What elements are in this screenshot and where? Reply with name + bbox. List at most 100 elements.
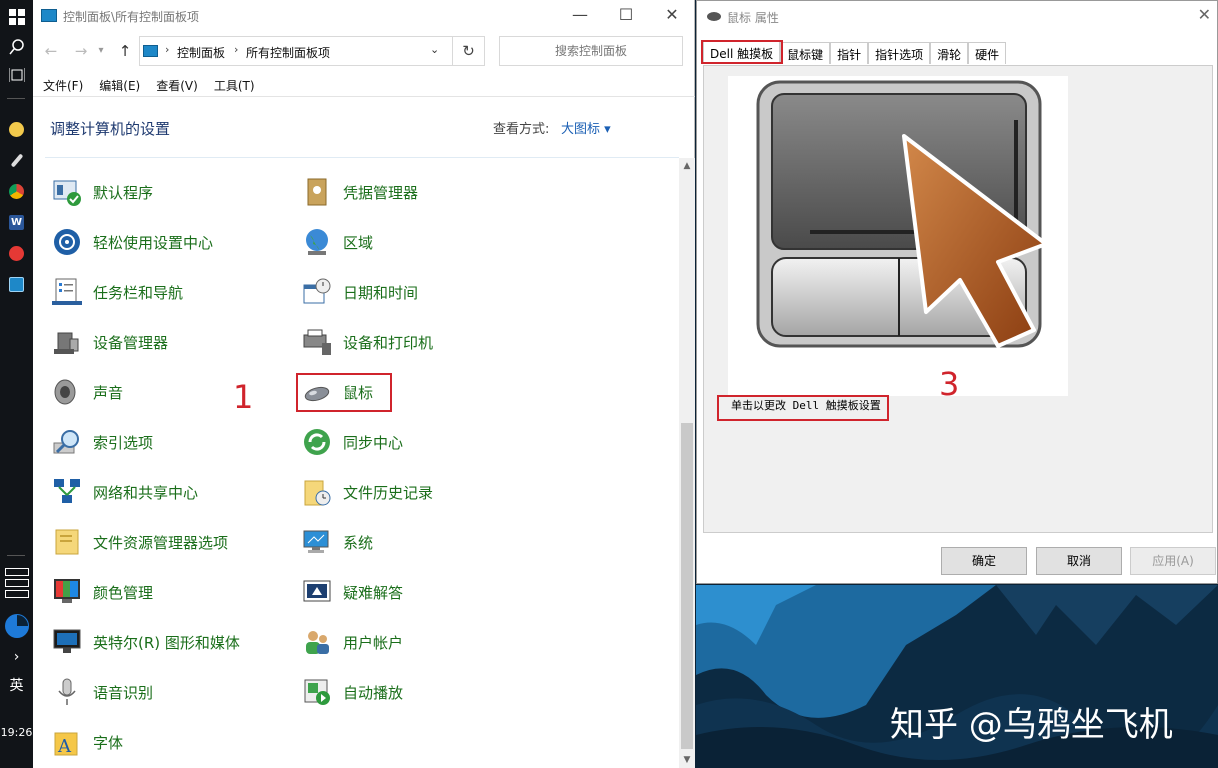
search-input[interactable]: 搜索控制面板 — [499, 36, 683, 66]
taskbar-clock[interactable]: 19:26 — [0, 717, 33, 747]
system-monitor-icon — [301, 526, 333, 558]
tab-pointers[interactable]: 指针 — [830, 42, 869, 64]
search-button[interactable] — [0, 32, 33, 62]
cp-item-file-history[interactable]: 文件历史记录 — [301, 474, 433, 510]
tab-panel-dell-touchpad: 单击以更改 Dell 触摸板设置 — [703, 65, 1213, 533]
cp-item-sound[interactable]: 声音 — [51, 374, 123, 410]
fonts-folder-icon: A — [51, 726, 83, 758]
tab-wheel[interactable]: 滑轮 — [930, 42, 969, 64]
taskbar-app-paint[interactable] — [0, 114, 33, 144]
taskbar-app-chrome[interactable] — [0, 176, 33, 206]
cp-item-indexing-options[interactable]: 索引选项 — [51, 424, 153, 460]
recent-dropdown-icon[interactable]: ▾ — [91, 41, 111, 61]
word-icon: W — [9, 214, 24, 230]
cancel-button[interactable]: 取消 — [1036, 547, 1122, 575]
tray-pie-icon[interactable] — [5, 614, 29, 638]
refresh-button[interactable]: ↻ — [452, 36, 485, 66]
cp-item-label: 默认程序 — [93, 183, 154, 202]
tray-stack-icon[interactable] — [5, 568, 29, 610]
mouse-icon — [707, 12, 721, 21]
palette-icon — [9, 121, 24, 137]
cp-item-speech-recognition[interactable]: 语音识别 — [51, 674, 153, 710]
cp-item-region[interactable]: 区域 — [301, 224, 373, 260]
navigation-bar: ← → ▾ ↑ › 控制面板 › 所有控制面板项 ⌄ ↻ 搜索控制面板 — [33, 36, 695, 68]
page-title: 调整计算机的设置 — [50, 120, 171, 138]
chrome-icon — [9, 183, 24, 199]
menu-tools[interactable]: 工具(T) — [214, 76, 255, 96]
cp-item-label: 字体 — [93, 733, 124, 752]
watermark: 知乎 @乌鸦坐飞机 — [890, 705, 1173, 745]
cp-item-default-programs[interactable]: 默认程序 — [51, 174, 153, 210]
touchpad-illustration-icon — [756, 80, 1048, 348]
cp-item-ease-of-access[interactable]: 轻松使用设置中心 — [51, 224, 213, 260]
cp-item-devices-printers[interactable]: 设备和打印机 — [301, 324, 433, 360]
tab-hardware[interactable]: 硬件 — [968, 42, 1007, 64]
start-button[interactable] — [0, 2, 33, 32]
scroll-up-icon[interactable]: ▲ — [679, 158, 695, 174]
apply-button[interactable]: 应用(A) — [1130, 547, 1216, 575]
ime-indicator[interactable]: 英 — [0, 670, 33, 700]
breadcrumb-all-items[interactable]: 所有控制面板项 — [246, 44, 330, 61]
cp-item-label: 网络和共享中心 — [93, 483, 199, 502]
taskbar-divider — [7, 98, 25, 99]
file-history-icon — [301, 476, 333, 508]
up-arrow-icon[interactable]: ↑ — [115, 41, 135, 61]
taskbar-app-tomato[interactable] — [0, 238, 33, 268]
vertical-scrollbar[interactable]: ▲ ▼ — [679, 158, 695, 768]
address-bar[interactable]: › 控制面板 › 所有控制面板项 ⌄ — [139, 36, 453, 66]
highlight-box-mouse — [296, 373, 392, 412]
minimize-button[interactable]: — — [557, 4, 603, 28]
divider — [45, 157, 679, 158]
taskbar-app-brush[interactable] — [0, 145, 33, 175]
cp-item-troubleshooting[interactable]: 疑难解答 — [301, 574, 403, 610]
annotation-step-3: 3 — [939, 365, 960, 403]
close-button[interactable]: ✕ — [649, 4, 695, 28]
cp-item-label: 疑难解答 — [343, 583, 404, 602]
cp-item-file-explorer-options[interactable]: 文件资源管理器选项 — [51, 524, 228, 560]
chevron-right-icon[interactable]: › — [0, 642, 33, 672]
task-view-button[interactable] — [0, 60, 33, 90]
cp-item-label: 文件资源管理器选项 — [93, 533, 229, 552]
close-button[interactable]: ✕ — [1198, 5, 1211, 24]
title-bar[interactable]: 控制面板\所有控制面板项 — ☐ ✕ — [33, 0, 694, 32]
cp-item-intel-graphics[interactable]: 英特尔(R) 图形和媒体 — [51, 624, 240, 660]
taskbar-app-word[interactable]: W — [0, 207, 33, 237]
cp-item-label: 轻松使用设置中心 — [93, 233, 214, 252]
cp-item-taskbar-navigation[interactable]: 任务栏和导航 — [51, 274, 183, 310]
dialog-title: 鼠标 属性 — [727, 11, 779, 25]
cp-item-credential-manager[interactable]: 凭据管理器 — [301, 174, 418, 210]
tab-buttons[interactable]: 鼠标键 — [780, 42, 831, 64]
touchpad-image-button[interactable] — [728, 76, 1068, 396]
breadcrumb-separator-icon: › — [165, 43, 170, 56]
cp-item-date-time[interactable]: 日期和时间 — [301, 274, 418, 310]
cp-item-user-accounts[interactable]: 用户帐户 — [301, 624, 403, 660]
menu-view[interactable]: 查看(V) — [156, 76, 198, 96]
cp-item-sync-center[interactable]: 同步中心 — [301, 424, 403, 460]
back-arrow-icon[interactable]: ← — [41, 41, 61, 61]
scroll-down-icon[interactable]: ▼ — [679, 752, 695, 768]
chevron-down-icon[interactable]: ⌄ — [430, 43, 439, 56]
cp-item-fonts[interactable]: A 字体 — [51, 724, 123, 760]
speaker-icon — [51, 376, 83, 408]
control-panel-window: 控制面板\所有控制面板项 — ☐ ✕ ← → ▾ ↑ › 控制面板 › 所有控制… — [33, 0, 695, 768]
scroll-thumb[interactable] — [681, 423, 693, 749]
cp-item-label: 日期和时间 — [343, 283, 419, 302]
printer-icon — [301, 326, 333, 358]
taskbar-app-control-panel[interactable] — [0, 269, 33, 299]
cp-item-color-management[interactable]: 颜色管理 — [51, 574, 153, 610]
cp-item-network-sharing[interactable]: 网络和共享中心 — [51, 474, 198, 510]
tab-pointer-options[interactable]: 指针选项 — [868, 42, 931, 64]
cp-item-autoplay[interactable]: 自动播放 — [301, 674, 403, 710]
control-panel-icon — [9, 276, 24, 292]
menu-file[interactable]: 文件(F) — [43, 76, 83, 96]
maximize-button[interactable]: ☐ — [603, 4, 649, 28]
ok-button[interactable]: 确定 — [941, 547, 1027, 575]
view-by-dropdown[interactable]: 大图标 ▾ — [561, 118, 611, 137]
menu-edit[interactable]: 编辑(E) — [99, 76, 140, 96]
cp-item-device-manager[interactable]: 设备管理器 — [51, 324, 168, 360]
breadcrumb-control-panel[interactable]: 控制面板 — [177, 44, 225, 61]
autoplay-icon — [301, 676, 333, 708]
credential-manager-icon — [301, 176, 333, 208]
cp-item-system[interactable]: 系统 — [301, 524, 373, 560]
forward-arrow-icon[interactable]: → — [71, 41, 91, 61]
